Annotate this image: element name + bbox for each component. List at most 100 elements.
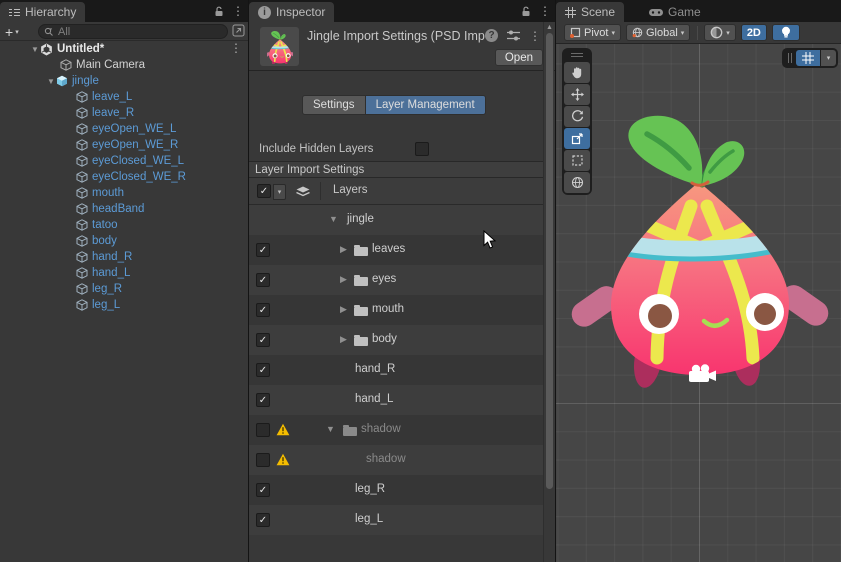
popout-search-icon[interactable]	[232, 24, 245, 40]
warning-icon	[276, 423, 290, 439]
layer-row-leaves[interactable]: ✓ ▶ leaves	[249, 235, 543, 265]
tab-inspector[interactable]: i Inspector	[249, 2, 335, 22]
grid-toggle-button[interactable]	[796, 50, 820, 66]
hierarchy-item-hand_l[interactable]: hand_L	[0, 265, 248, 281]
layer-row-hand-l[interactable]: ✓ hand_L	[249, 385, 543, 415]
create-object-button[interactable]: + ▾	[5, 24, 19, 40]
layer-row-hand-r[interactable]: ✓ hand_R	[249, 355, 543, 385]
hierarchy-item-hand_r[interactable]: hand_R	[0, 249, 248, 265]
2d-toggle-button[interactable]: 2D	[740, 24, 767, 41]
lock-icon[interactable]	[214, 6, 224, 17]
folder-icon	[354, 275, 368, 286]
layer-checkbox[interactable]: ✓	[256, 393, 270, 407]
layer-row-leg-r[interactable]: ✓ leg_R	[249, 475, 543, 505]
layer-checkbox[interactable]: ✓	[256, 303, 270, 317]
hierarchy-item-main-camera[interactable]: Main Camera	[0, 57, 248, 73]
tab-hierarchy[interactable]: Hierarchy	[0, 2, 86, 22]
hierarchy-item-eyeclosed_we_l[interactable]: eyeClosed_WE_L	[0, 153, 248, 169]
foldout-icon[interactable]: ▶	[340, 304, 347, 315]
asset-header: Jingle Import Settings (PSD Imp ? ⋮ Open	[249, 22, 555, 71]
asset-menu-icon[interactable]: ⋮	[529, 30, 541, 42]
grid-axis-dropdown[interactable]: ▾	[821, 50, 836, 66]
warning-icon	[276, 453, 290, 469]
scene-viewport[interactable]: ▾	[556, 44, 841, 562]
layer-checkbox[interactable]: ✓	[256, 333, 270, 347]
tab-scene-label: Scene	[581, 5, 616, 19]
layer-checkbox[interactable]: ✓	[256, 483, 270, 497]
foldout-icon[interactable]: ▶	[340, 244, 347, 255]
hierarchy-item-leave_r[interactable]: leave_R	[0, 105, 248, 121]
tab-game[interactable]: Game	[640, 2, 710, 22]
layer-row-leg-l[interactable]: ✓ leg_L	[249, 505, 543, 535]
hierarchy-item-leave_l[interactable]: leave_L	[0, 89, 248, 105]
layer-row-mouth[interactable]: ✓ ▶ mouth	[249, 295, 543, 325]
rect-tool[interactable]	[564, 150, 590, 171]
layer-checkbox[interactable]	[256, 453, 270, 467]
camera-gizmo-icon[interactable]	[689, 364, 716, 382]
layer-checkbox[interactable]: ✓	[256, 513, 270, 527]
tab-layer-management[interactable]: Layer Management	[365, 95, 486, 115]
inspector-menu-icon[interactable]: ⋮	[539, 5, 551, 17]
leaves	[628, 115, 745, 188]
hierarchy-item-mouth[interactable]: mouth	[0, 185, 248, 201]
layer-row-eyes[interactable]: ✓ ▶ eyes	[249, 265, 543, 295]
hierarchy-menu-icon[interactable]: ⋮	[232, 5, 244, 17]
rotate-tool[interactable]	[564, 106, 590, 127]
help-icon[interactable]: ?	[485, 29, 498, 42]
foldout-icon[interactable]: ▶	[340, 334, 347, 345]
pivot-icon	[570, 27, 581, 38]
layer-checkbox[interactable]: ✓	[256, 273, 270, 287]
layer-row-shadow-group[interactable]: ▼ shadow	[249, 415, 543, 445]
layer-row-body[interactable]: ✓ ▶ body	[249, 325, 543, 355]
importer-tabs: Settings Layer Management	[302, 95, 486, 115]
scrollbar-thumb[interactable]	[546, 33, 553, 489]
include-hidden-layers-checkbox[interactable]	[415, 141, 429, 156]
hierarchy-item-headband[interactable]: headBand	[0, 201, 248, 217]
pivot-dropdown[interactable]: Pivot ▾	[564, 24, 621, 41]
tab-settings[interactable]: Settings	[302, 95, 366, 115]
scene-menu-icon[interactable]: ⋮	[230, 42, 242, 54]
layer-checkbox[interactable]: ✓	[256, 363, 270, 377]
tab-game-label: Game	[668, 5, 701, 19]
layer-checkbox[interactable]: ✓	[256, 243, 270, 257]
presets-icon[interactable]	[507, 30, 520, 41]
layer-checkbox[interactable]	[256, 423, 270, 437]
hierarchy-item-leg_l[interactable]: leg_L	[0, 297, 248, 313]
overlay-drag-handle[interactable]	[564, 51, 590, 59]
hierarchy-item-eyeopen_we_r[interactable]: eyeOpen_WE_R	[0, 137, 248, 153]
hierarchy-item-eyeopen_we_l[interactable]: eyeOpen_WE_L	[0, 121, 248, 137]
foldout-icon[interactable]: ▼	[46, 77, 56, 86]
view-hand-tool[interactable]	[564, 62, 590, 83]
hierarchy-item-eyeclosed_we_r[interactable]: eyeClosed_WE_R	[0, 169, 248, 185]
move-tool[interactable]	[564, 84, 590, 105]
tab-scene[interactable]: Scene	[556, 2, 625, 22]
scroll-up-icon[interactable]: ▲	[546, 24, 553, 31]
lightbulb-icon	[781, 26, 790, 38]
search-input[interactable]: All	[38, 24, 228, 39]
hierarchy-item-jingle[interactable]: ▼ jingle	[0, 73, 248, 89]
hierarchy-item-body[interactable]: body	[0, 233, 248, 249]
mouth	[701, 317, 730, 328]
hierarchy-item-leg_r[interactable]: leg_R	[0, 281, 248, 297]
lock-icon[interactable]	[521, 6, 531, 17]
transform-tool[interactable]	[564, 172, 590, 193]
foldout-icon[interactable]: ▶	[340, 274, 347, 285]
scale-tool[interactable]	[564, 128, 590, 149]
layer-row-shadow[interactable]: shadow	[249, 445, 543, 475]
foldout-icon[interactable]: ▼	[329, 214, 338, 224]
gameobject-icon	[76, 267, 88, 279]
hierarchy-item-scene[interactable]: ▼ Untitled* ⋮	[0, 41, 248, 57]
foldout-icon[interactable]: ▼	[30, 45, 40, 54]
foldout-icon[interactable]: ▼	[326, 424, 335, 434]
open-button[interactable]: Open	[494, 49, 543, 66]
select-dropdown[interactable]: ▾	[273, 184, 286, 200]
layer-row-jingle[interactable]: ▼ jingle	[249, 205, 543, 235]
overlay-drag-handle[interactable]	[786, 53, 793, 63]
lighting-toggle-button[interactable]	[771, 24, 800, 41]
shading-mode-dropdown[interactable]: ▾	[704, 24, 736, 41]
select-all-checkbox[interactable]: ✓	[257, 184, 271, 198]
gameobject-icon	[60, 59, 72, 71]
global-dropdown[interactable]: Global ▾	[625, 24, 691, 41]
hierarchy-item-tatoo[interactable]: tatoo	[0, 217, 248, 233]
inspector-scrollbar[interactable]: ▲	[543, 22, 554, 562]
